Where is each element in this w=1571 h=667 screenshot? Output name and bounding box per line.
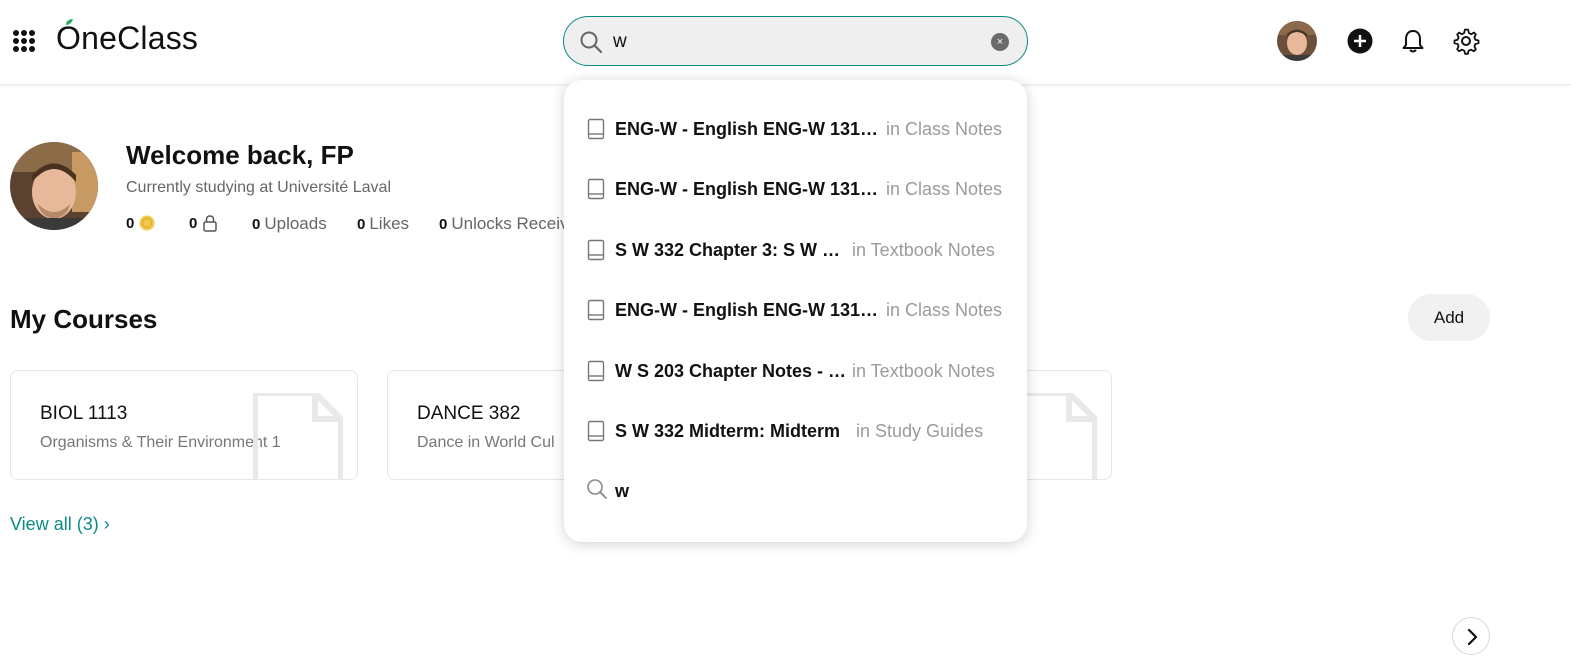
suggestion-item[interactable]: ENG-W - English ENG-W 131… in Class Note…: [564, 291, 1027, 331]
bell-icon[interactable]: [1399, 27, 1427, 55]
uploads-count: 0: [252, 215, 261, 233]
search-input[interactable]: [613, 31, 973, 53]
document-icon: [253, 393, 343, 479]
suggestion-category: in Class Notes: [886, 179, 1003, 199]
suggestion-title: W S 203 Chapter Notes - …: [615, 361, 847, 381]
suggestion-item[interactable]: ENG-W - English ENG-W 131… in Class Note…: [564, 110, 1027, 150]
add-course-button[interactable]: Add: [1408, 294, 1490, 341]
chevron-right-icon: [1467, 628, 1478, 646]
search-query-suggestion[interactable]: w: [564, 474, 1027, 510]
my-courses-heading: My Courses: [10, 304, 158, 334]
unlocks-received-stat: 0 Unlocks Receiv: [439, 214, 566, 234]
search-query-text: w: [615, 481, 630, 501]
unlocks-count: 0: [189, 214, 198, 232]
suggestion-category: in Study Guides: [856, 421, 984, 441]
likes-count: 0: [357, 215, 366, 233]
search-bar[interactable]: ×: [563, 16, 1028, 66]
suggestion-item[interactable]: S W 332 Midterm: Midterm in Study Guides: [564, 412, 1027, 452]
unlocks-received-count: 0: [439, 215, 448, 233]
course-card[interactable]: BIOL 1113 Organisms & Their Environment …: [10, 370, 358, 480]
apps-grid-icon[interactable]: [13, 30, 35, 52]
profile-stats: 0 0 0 Uploads 0 Likes 0 Unlocks Receiv: [126, 214, 566, 236]
suggestion-category: in Textbook Notes: [852, 361, 995, 381]
suggestion-title: ENG-W - English ENG-W 131…: [615, 119, 879, 139]
suggestion-category: in Textbook Notes: [852, 240, 995, 260]
search-suggestions-dropdown: ENG-W - English ENG-W 131… in Class Note…: [564, 80, 1027, 542]
course-code: DANCE 382: [417, 403, 521, 424]
book-icon: [587, 178, 605, 200]
suggestion-title: ENG-W - English ENG-W 131…: [615, 300, 879, 320]
course-code: BIOL 1113: [40, 403, 128, 424]
header-avatar[interactable]: [1277, 21, 1317, 61]
suggestion-category: in Class Notes: [886, 119, 1003, 139]
suggestion-item[interactable]: W S 203 Chapter Notes - … in Textbook No…: [564, 352, 1027, 392]
suggestion-title: S W 332 Midterm: Midterm: [615, 421, 841, 441]
suggestion-item[interactable]: S W 332 Chapter 3: S W … in Textbook Not…: [564, 231, 1027, 271]
add-content-icon[interactable]: [1346, 27, 1374, 55]
top-header: OneClass ×: [0, 0, 1571, 85]
likes-stat: 0 Likes: [357, 214, 409, 234]
studying-text: Currently studying at Université Laval: [126, 179, 392, 196]
oneclass-logo[interactable]: OneClass: [56, 19, 199, 60]
search-icon: [587, 479, 607, 499]
likes-label: Likes: [369, 214, 410, 233]
view-all-courses-link[interactable]: View all (3) ›: [10, 514, 110, 535]
book-icon: [587, 118, 605, 140]
profile-avatar[interactable]: [10, 142, 98, 230]
unlocks-stat: 0: [189, 214, 219, 232]
book-icon: [587, 360, 605, 382]
book-icon: [587, 239, 605, 261]
search-icon: [580, 31, 603, 54]
unlocks-received-label: Unlocks Receiv: [451, 214, 566, 233]
gear-icon[interactable]: [1452, 27, 1480, 55]
clear-search-icon[interactable]: ×: [991, 33, 1009, 51]
coins-count: 0: [126, 214, 135, 232]
suggestion-category: in Class Notes: [886, 300, 1003, 320]
lock-icon: [203, 215, 218, 232]
book-icon: [587, 420, 605, 442]
uploads-label: Uploads: [264, 214, 327, 233]
suggestion-item[interactable]: ENG-W - English ENG-W 131… in Class Note…: [564, 170, 1027, 210]
coin-icon: [139, 215, 155, 231]
coins-stat: 0: [126, 214, 156, 232]
course-name: Dance in World Cul: [417, 434, 555, 451]
logo-text: OneClass: [56, 20, 199, 56]
course-name: Organisms & Their Environment 1: [40, 434, 281, 451]
suggestion-title: ENG-W - English ENG-W 131…: [615, 179, 879, 199]
welcome-heading: Welcome back, FP: [126, 140, 354, 170]
leaf-icon: [66, 19, 73, 25]
next-arrow-button[interactable]: [1452, 617, 1490, 655]
book-icon: [587, 299, 605, 321]
suggestion-title: S W 332 Chapter 3: S W …: [615, 240, 841, 260]
uploads-stat: 0 Uploads: [252, 214, 327, 234]
